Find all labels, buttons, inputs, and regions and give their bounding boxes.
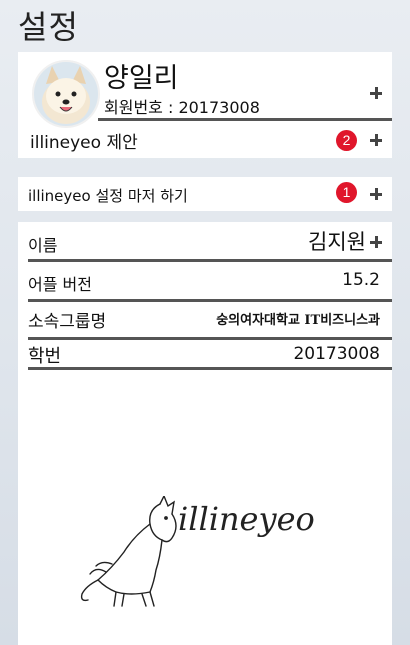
info-card: 이름 김지원 어플 버전 15.2 소속그룹명 숭의여자대학교 IT비즈니스과 …: [18, 222, 392, 645]
suggest-label: illineyeo 제안: [30, 133, 138, 153]
group-label: 소속그룹명: [28, 312, 107, 332]
setup-badge: 1: [336, 182, 357, 203]
suggest-badge: 2: [336, 130, 357, 151]
name-expand-icon[interactable]: [370, 236, 382, 248]
profile-card: 양일리 회원번호 : 20173008 illineyeo 제안 2: [18, 52, 392, 158]
info-divider-1: [28, 259, 392, 262]
group-value: 숭의여자대학교 IT비즈니스과: [216, 313, 380, 328]
avatar[interactable]: [32, 60, 100, 128]
info-row-version: 어플 버전 15.2: [18, 264, 392, 298]
dog-line-logo-icon: [80, 496, 177, 607]
info-row-name[interactable]: 이름 김지원: [18, 222, 392, 258]
dog-avatar-icon: [34, 62, 98, 126]
brand-logo-text: illineyeo: [178, 500, 315, 538]
setup-card[interactable]: illineyeo 설정 마저 하기 1: [18, 177, 392, 211]
setup-label: illineyeo 설정 마저 하기: [28, 187, 188, 205]
member-number: 회원번호 : 20173008: [104, 98, 260, 117]
name-label: 이름: [28, 236, 58, 255]
profile-expand-icon[interactable]: [370, 87, 382, 99]
name-value: 김지원: [308, 230, 366, 254]
page-title: 설정: [18, 8, 79, 46]
profile-name: 양일리: [104, 63, 179, 94]
info-row-student-id: 학번 20173008: [18, 339, 392, 369]
info-row-group: 소속그룹명 숭의여자대학교 IT비즈니스과: [18, 302, 392, 336]
profile-divider: [98, 118, 392, 121]
version-value: 15.2: [342, 270, 380, 290]
student-id-label: 학번: [28, 346, 62, 367]
suggest-row[interactable]: illineyeo 제안 2: [18, 122, 392, 158]
setup-expand-icon[interactable]: [370, 188, 382, 200]
suggest-expand-icon[interactable]: [370, 134, 382, 146]
student-id-value: 20173008: [293, 344, 380, 364]
version-label: 어플 버전: [28, 275, 92, 294]
info-divider-4: [28, 367, 392, 370]
